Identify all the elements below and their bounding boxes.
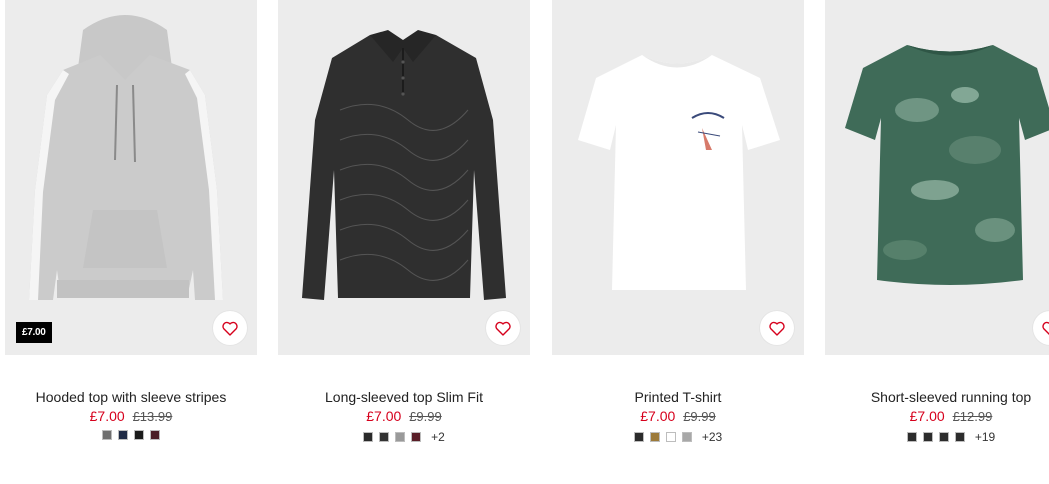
original-price: £12.99	[952, 409, 993, 424]
product-card[interactable]: Short-sleeved running top £7.00 £12.99 +…	[825, 0, 1049, 444]
color-swatch[interactable]	[665, 432, 676, 442]
heart-icon	[1042, 321, 1049, 335]
color-swatch[interactable]	[118, 430, 128, 440]
color-swatch[interactable]	[633, 432, 644, 442]
color-swatch[interactable]	[395, 432, 406, 442]
color-swatch[interactable]	[922, 432, 933, 442]
color-swatches	[5, 430, 257, 440]
favorite-button[interactable]	[760, 311, 794, 345]
favorite-button[interactable]	[213, 311, 247, 345]
product-title[interactable]: Short-sleeved running top	[825, 388, 1049, 406]
more-colors-count[interactable]: +19	[975, 430, 995, 444]
product-card[interactable]: £7.00 Hooded top with sleeve stripes £7.…	[5, 0, 257, 440]
product-title[interactable]: Hooded top with sleeve stripes	[5, 388, 257, 406]
price-badge: £7.00	[16, 322, 52, 343]
heart-icon	[495, 321, 511, 336]
product-image-tshirt[interactable]	[552, 0, 804, 355]
longsleeve-illustration	[278, 0, 530, 355]
running-top-illustration	[825, 0, 1049, 355]
sale-price: £7.00	[89, 408, 125, 424]
sale-price: £7.00	[909, 408, 945, 424]
color-swatch[interactable]	[681, 432, 692, 442]
more-colors-count[interactable]: +23	[702, 430, 722, 444]
product-title[interactable]: Long-sleeved top Slim Fit	[278, 388, 530, 406]
heart-icon	[769, 321, 785, 336]
color-swatch[interactable]	[906, 432, 917, 442]
product-image-running-top[interactable]	[825, 0, 1049, 355]
color-swatch[interactable]	[102, 430, 112, 440]
product-info: Hooded top with sleeve stripes £7.00 £13…	[5, 388, 257, 440]
heart-icon	[222, 321, 238, 336]
more-colors-count[interactable]: +2	[431, 430, 445, 444]
price-row: £7.00 £9.99	[278, 407, 530, 426]
original-price: £13.99	[132, 409, 173, 424]
color-swatch[interactable]	[649, 432, 660, 442]
hoodie-illustration	[5, 0, 257, 355]
product-title[interactable]: Printed T-shirt	[552, 388, 804, 406]
color-swatch[interactable]	[134, 430, 144, 440]
price-row: £7.00 £9.99	[552, 407, 804, 426]
product-info: Short-sleeved running top £7.00 £12.99 +…	[825, 388, 1049, 444]
product-grid: £7.00 Hooded top with sleeve stripes £7.…	[0, 0, 1049, 484]
color-swatch[interactable]	[938, 432, 949, 442]
color-swatch[interactable]	[363, 432, 374, 442]
product-card[interactable]: Printed T-shirt £7.00 £9.99 +23	[552, 0, 804, 444]
original-price: £9.99	[409, 409, 442, 424]
original-price: £9.99	[683, 409, 716, 424]
price-row: £7.00 £12.99	[825, 407, 1049, 426]
product-image-hoodie[interactable]: £7.00	[5, 0, 257, 355]
product-card[interactable]: Long-sleeved top Slim Fit £7.00 £9.99 +2	[278, 0, 530, 444]
sale-price: £7.00	[640, 408, 676, 424]
tshirt-illustration	[552, 0, 804, 355]
color-swatches: +2	[278, 430, 530, 444]
product-info: Long-sleeved top Slim Fit £7.00 £9.99 +2	[278, 388, 530, 444]
favorite-button[interactable]	[486, 311, 520, 345]
sale-price: £7.00	[366, 408, 402, 424]
color-swatch[interactable]	[954, 432, 965, 442]
color-swatch[interactable]	[379, 432, 390, 442]
color-swatches: +23	[552, 430, 804, 444]
color-swatch[interactable]	[411, 432, 422, 442]
color-swatches: +19	[825, 430, 1049, 444]
product-info: Printed T-shirt £7.00 £9.99 +23	[552, 388, 804, 444]
price-row: £7.00 £13.99	[5, 407, 257, 426]
color-swatch[interactable]	[150, 430, 160, 440]
product-image-longsleeve[interactable]	[278, 0, 530, 355]
